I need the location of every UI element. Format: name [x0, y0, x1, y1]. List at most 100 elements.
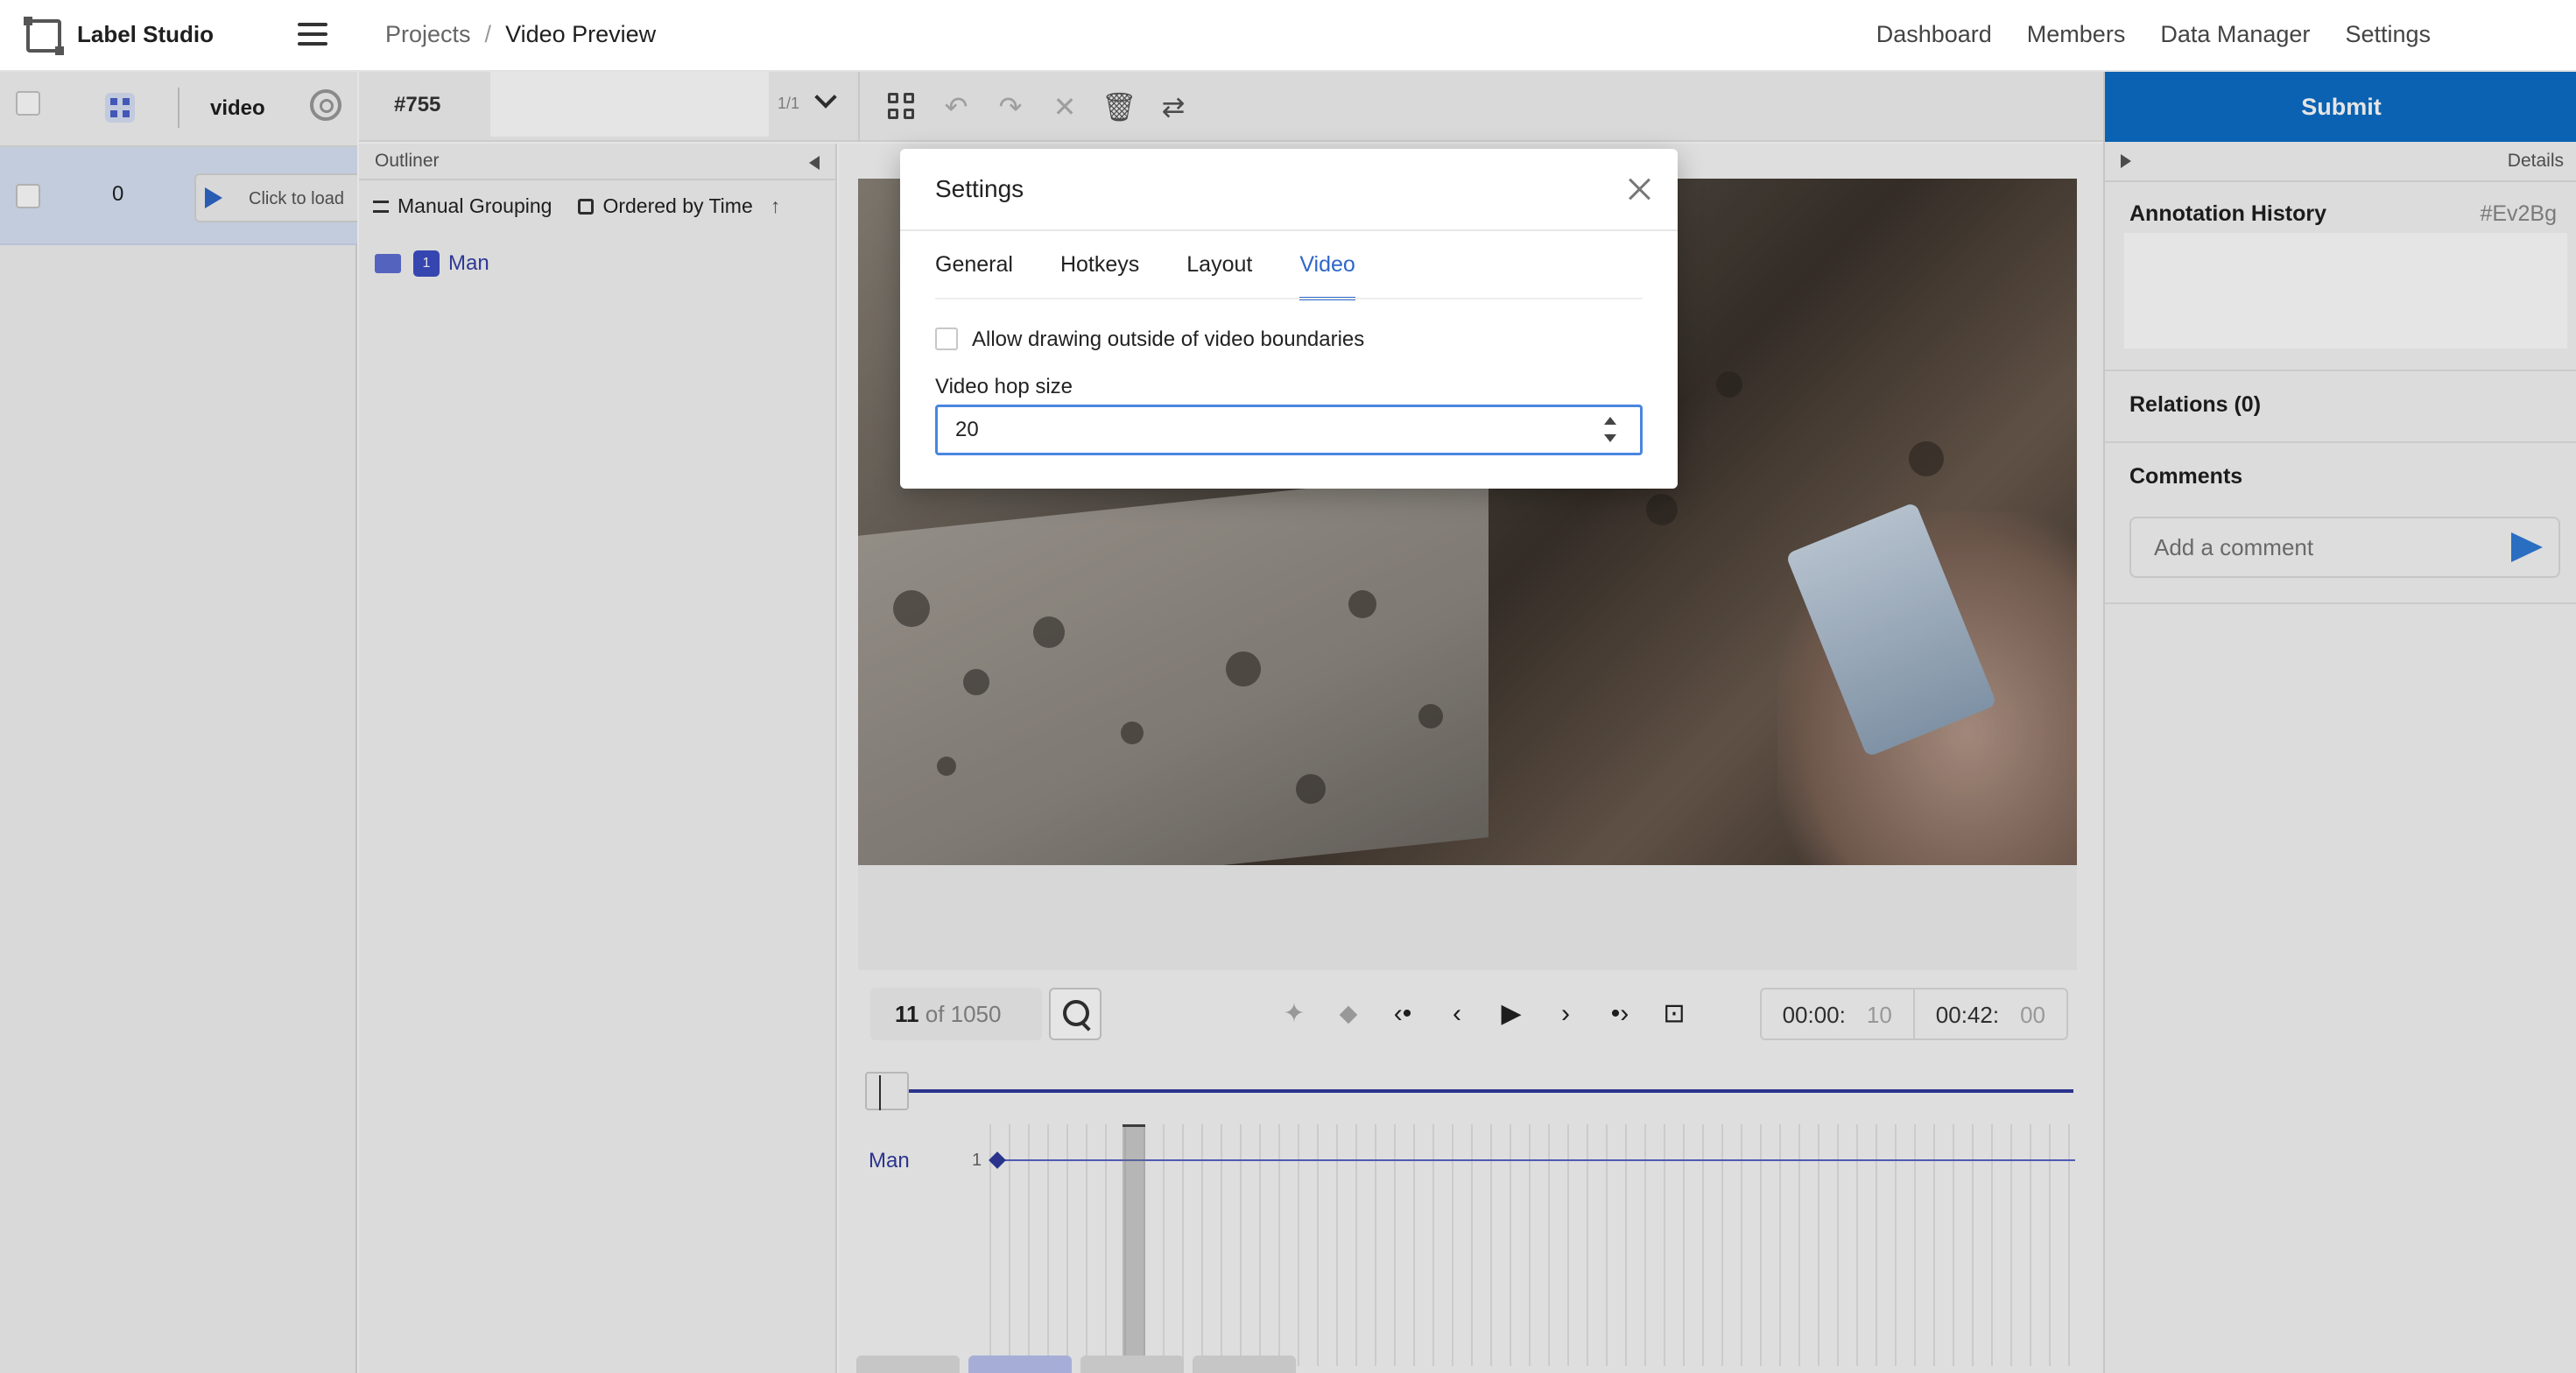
fullscreen-icon[interactable]: ⊡ — [1655, 995, 1693, 1033]
annotation-pager: 1/1 — [778, 95, 800, 112]
outliner-panel: Outliner Manual Grouping Ordered by Time… — [359, 144, 837, 1373]
track-label[interactable]: Man — [869, 1149, 910, 1173]
next-keyframe-icon[interactable]: •› — [1601, 995, 1639, 1033]
remove-keyframe-icon[interactable]: ⬥ — [1329, 995, 1368, 1033]
task-list-panel: video 0 Click to load — [0, 72, 357, 1373]
annotation-history-title: Annotation History — [2129, 201, 2326, 226]
video-floor — [858, 469, 1489, 865]
nav-settings[interactable]: Settings — [2345, 21, 2431, 48]
outliner-options: Manual Grouping Ordered by Time ↑ — [373, 194, 780, 218]
tab-layout[interactable]: Layout — [1186, 252, 1252, 300]
seek-bar[interactable] — [865, 1068, 2073, 1112]
label-tab[interactable] — [1080, 1355, 1184, 1373]
modal-divider — [900, 229, 1678, 231]
breadcrumb-projects[interactable]: Projects — [385, 21, 471, 47]
header-divider — [178, 88, 179, 128]
zoom-in-icon[interactable] — [1049, 988, 1101, 1040]
ordered-by-time-button[interactable]: Ordered by Time — [602, 194, 752, 218]
allow-drawing-outside-label[interactable]: Allow drawing outside of video boundarie… — [972, 327, 1364, 352]
number-stepper-icon[interactable] — [1599, 413, 1622, 448]
video-dot — [1909, 441, 1944, 476]
panel-divider — [2105, 441, 2576, 443]
select-all-checkbox[interactable] — [16, 91, 40, 116]
relations-title[interactable]: Relations (0) — [2129, 392, 2261, 418]
table-row[interactable]: 0 Click to load — [0, 147, 357, 245]
right-panel: Submit Details Annotation History #Ev2Bg… — [2103, 72, 2576, 1373]
delete-icon[interactable]: 🗑 — [1101, 89, 1137, 124]
layout-grid-icon[interactable] — [884, 89, 919, 124]
rectangle-region-icon — [375, 254, 401, 273]
label-studio-logo-icon[interactable] — [24, 17, 64, 55]
video-dot — [937, 757, 956, 776]
gear-icon[interactable] — [310, 89, 341, 121]
current-time: 00:00: 10 — [1762, 989, 1913, 1039]
timeline-playhead[interactable] — [1123, 1124, 1145, 1366]
step-forward-icon[interactable]: › — [1546, 995, 1585, 1033]
nav-members[interactable]: Members — [2027, 21, 2126, 48]
video-hop-size-input[interactable] — [935, 405, 1643, 455]
send-icon[interactable] — [2511, 532, 2543, 562]
video-dot — [1226, 651, 1261, 686]
region-index-badge: 1 — [413, 250, 440, 277]
tabs-divider — [935, 298, 1643, 299]
panel-divider — [2105, 602, 2576, 604]
frame-current: 11 — [895, 1001, 919, 1027]
comment-input[interactable] — [2129, 517, 2560, 578]
video-controls: 11 of 1050 ✦ ⬥ ‹• ‹ ▶ › •› ⊡ 00:00: 10 00… — [858, 970, 2077, 1049]
track-line — [998, 1159, 2075, 1161]
undo-icon[interactable]: ↶ — [939, 89, 974, 124]
tab-video[interactable]: Video — [1299, 252, 1355, 300]
seek-handle[interactable] — [865, 1072, 909, 1110]
redo-icon[interactable]: ↷ — [993, 89, 1028, 124]
annotation-tabs-area — [490, 72, 769, 137]
video-dot — [1418, 704, 1443, 729]
modal-title: Settings — [935, 175, 1024, 202]
seek-line — [865, 1089, 2073, 1093]
manual-grouping-button[interactable]: Manual Grouping — [398, 194, 552, 218]
chevron-down-icon[interactable] — [814, 86, 837, 109]
current-time-main: 00:00: — [1782, 1002, 1846, 1028]
settings-modal: Settings General Hotkeys Layout Video Al… — [900, 149, 1678, 489]
reset-icon[interactable]: ✕ — [1047, 89, 1082, 124]
video-dot — [1716, 371, 1742, 398]
label-tab[interactable] — [1193, 1355, 1296, 1373]
nav-data-manager[interactable]: Data Manager — [2160, 21, 2310, 48]
row-checkbox[interactable] — [16, 184, 40, 208]
play-icon[interactable]: ▶ — [1492, 995, 1531, 1033]
app-title[interactable]: Label Studio — [77, 21, 214, 48]
tab-hotkeys[interactable]: Hotkeys — [1060, 252, 1139, 300]
grid-view-icon[interactable] — [105, 93, 135, 123]
current-time-frac: 10 — [1866, 1002, 1892, 1028]
step-back-icon[interactable]: ‹ — [1438, 995, 1476, 1033]
breadcrumb-current: Video Preview — [505, 21, 657, 47]
video-dot — [1033, 616, 1065, 648]
frame-counter[interactable]: 11 of 1050 — [870, 988, 1042, 1040]
total-time-main: 00:42: — [1935, 1002, 2000, 1028]
add-keyframe-icon[interactable]: ✦ — [1275, 995, 1313, 1033]
sort-arrow-up-icon[interactable]: ↑ — [771, 194, 781, 218]
collapse-left-icon[interactable] — [809, 156, 820, 170]
list-item[interactable]: 1 Man — [375, 250, 489, 277]
allow-drawing-outside-checkbox[interactable] — [935, 327, 958, 350]
tab-general[interactable]: General — [935, 252, 1013, 300]
video-hop-size-label: Video hop size — [935, 375, 1073, 398]
menu-icon[interactable] — [298, 23, 327, 47]
click-to-load-label: Click to load — [249, 189, 344, 208]
nav-dashboard[interactable]: Dashboard — [1876, 21, 1992, 48]
total-time-frac: 00 — [2020, 1002, 2045, 1028]
details-label: Details — [2507, 151, 2564, 171]
total-time: 00:42: 00 — [1915, 989, 2066, 1039]
region-label: Man — [448, 251, 489, 275]
close-icon[interactable] — [1627, 177, 1651, 201]
expand-icon[interactable] — [2121, 154, 2131, 168]
label-tab[interactable] — [968, 1355, 1072, 1373]
outliner-title: Outliner — [375, 151, 440, 171]
label-tab[interactable] — [856, 1355, 960, 1373]
click-to-load-button[interactable]: Click to load — [194, 173, 357, 222]
column-header-video[interactable]: video — [210, 96, 265, 121]
details-bar[interactable]: Details — [2105, 144, 2576, 182]
toolbar-divider — [858, 72, 860, 142]
swap-icon[interactable]: ⇄ — [1156, 89, 1191, 124]
previous-keyframe-icon[interactable]: ‹• — [1383, 995, 1422, 1033]
submit-button[interactable]: Submit — [2105, 72, 2576, 142]
